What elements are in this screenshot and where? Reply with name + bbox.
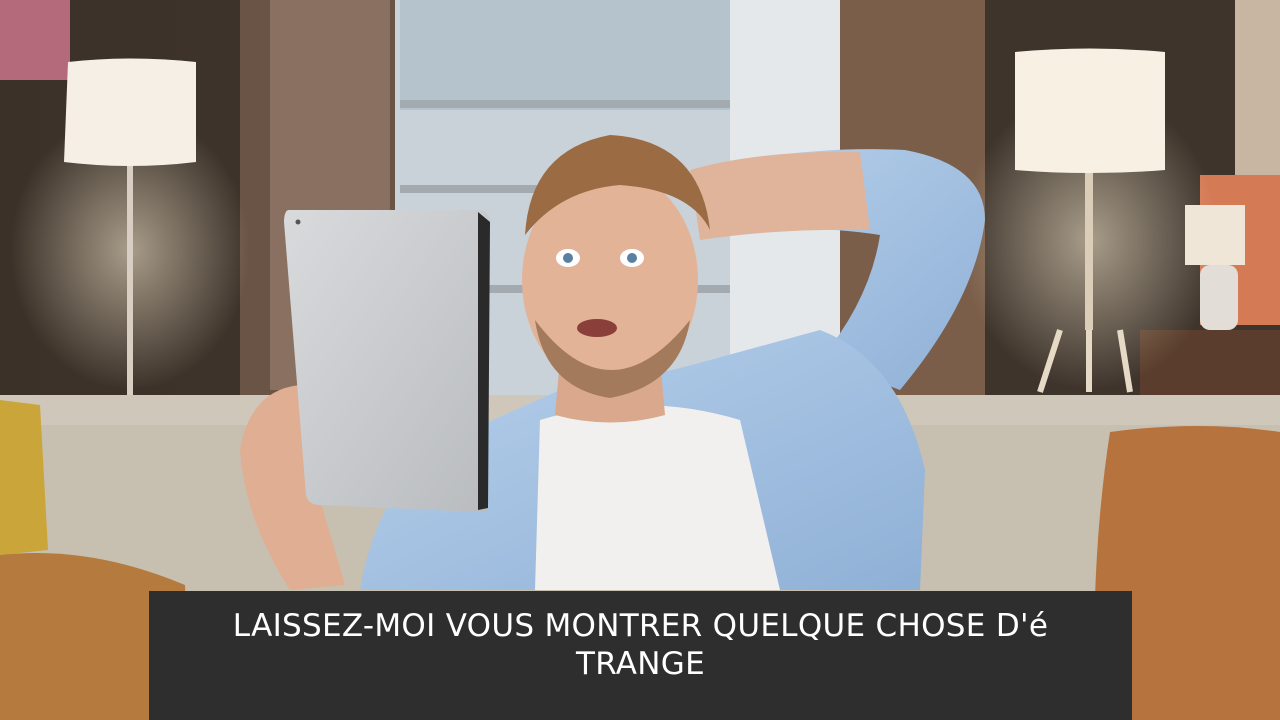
subtitle-line-2: TRANGE <box>575 646 706 682</box>
subtitle-caption-box: LAISSEZ-MOI VOUS MONTRER QUELQUE CHOSE D… <box>149 591 1132 720</box>
tablet <box>284 210 490 512</box>
yellow-cushion <box>0 400 48 555</box>
subtitle-line-1: LAISSEZ-MOI VOUS MONTRER QUELQUE CHOSE D… <box>232 608 1049 644</box>
